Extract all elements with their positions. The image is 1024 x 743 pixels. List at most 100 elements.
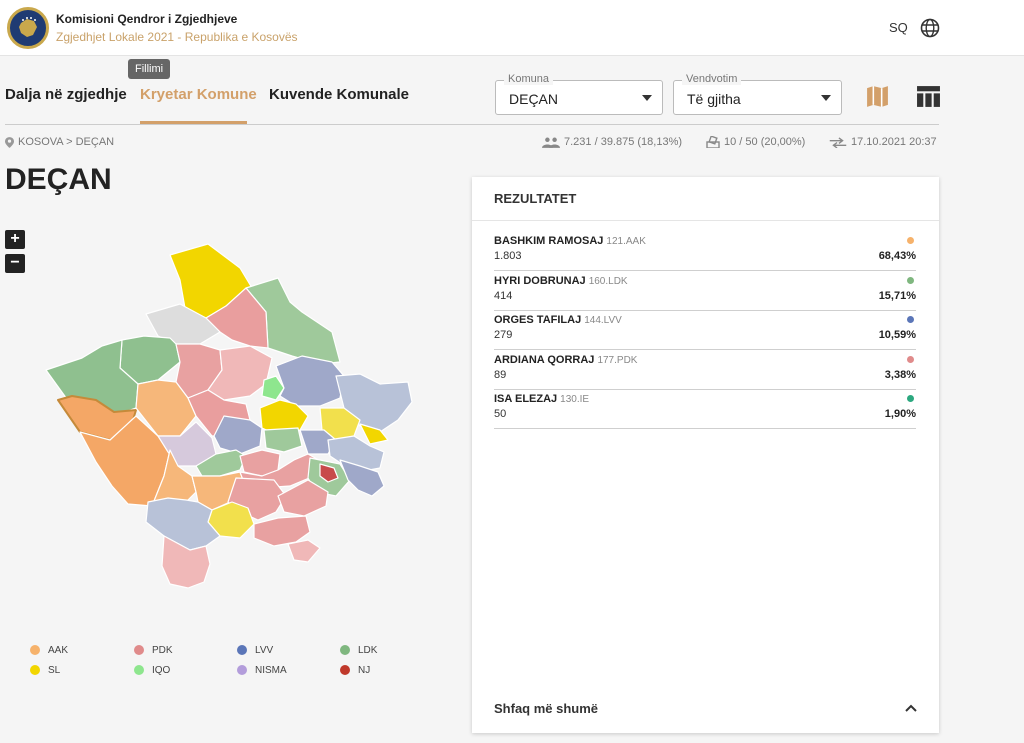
- komuna-select-value: DEÇAN: [509, 91, 559, 107]
- ballot-box-icon: [706, 135, 720, 149]
- top-bar: Komisioni Qendror i Zgjedhjeve Zgjedhjet…: [0, 0, 1024, 56]
- legend-dot: [30, 645, 40, 656]
- results-title: REZULTATET: [494, 191, 577, 206]
- legend-label: SL: [48, 665, 61, 676]
- breadcrumb-separator: >: [66, 136, 73, 148]
- people-icon: [542, 137, 560, 148]
- vendvotim-select-value: Të gjitha: [687, 91, 741, 107]
- tabs-divider: [5, 124, 939, 125]
- org-name: Komisioni Qendror i Zgjedhjeve: [56, 12, 238, 26]
- candidate-name-text: ISA ELEZAJ: [494, 393, 558, 405]
- candidate-votes: 1.803: [494, 250, 522, 262]
- legend-item-sl: SL: [30, 665, 60, 676]
- legend-item-pdk: PDK: [134, 645, 173, 656]
- candidate-percent: 1,90%: [884, 408, 916, 420]
- legend-label: LDK: [358, 645, 378, 656]
- globe-icon[interactable]: [920, 18, 940, 38]
- legend-item-nj: NJ: [340, 665, 370, 676]
- stations-stat: 10 / 50 (20,00%): [706, 135, 806, 149]
- party-color-dot: [907, 395, 914, 402]
- candidate-code: 177.PDK: [597, 354, 638, 366]
- chevron-up-icon[interactable]: [904, 703, 918, 713]
- result-row[interactable]: ORGES TAFILAJ 144.LVV 279 10,59%: [494, 314, 916, 350]
- map-region: [213, 415, 263, 455]
- candidate-name: ISA ELEZAJ 130.IE: [494, 393, 589, 405]
- komuna-select[interactable]: Komuna DEÇAN: [495, 73, 663, 115]
- party-color-dot: [907, 276, 914, 284]
- updated-value: 17.10.2021 20:37: [851, 136, 937, 148]
- candidate-name: ORGES TAFILAJ 144.LVV: [494, 314, 622, 326]
- chevron-down-icon: [642, 95, 652, 101]
- turnout-stat: 7.231 / 39.875 (18,13%): [542, 136, 682, 148]
- map-view-icon[interactable]: [865, 84, 890, 109]
- legend-item-lvv: LVV: [237, 645, 273, 656]
- party-color-dot: [907, 316, 914, 323]
- kosovo-map-emblem-icon: [19, 17, 37, 37]
- candidate-votes: 89: [494, 368, 507, 381]
- candidate-percent: 15,71%: [878, 289, 916, 302]
- breadcrumb-current: DEÇAN: [75, 136, 115, 148]
- legend-label: NISMA: [255, 665, 287, 676]
- legend-dot: [340, 645, 350, 656]
- map-region: [287, 539, 321, 563]
- result-row[interactable]: ISA ELEZAJ 130.IE 50 1,90%: [494, 393, 916, 429]
- vendvotim-select-label: Vendvotim: [682, 73, 742, 85]
- turnout-value: 7.231 / 39.875 (18,13%): [564, 136, 683, 148]
- legend-label: PDK: [152, 645, 173, 656]
- kosovo-municipality-map[interactable]: [40, 240, 415, 590]
- tab-municipal-assembly[interactable]: Kuvende Komunale: [269, 86, 409, 103]
- tab-turnout[interactable]: Dalja në zgjedhje: [5, 86, 127, 103]
- table-view-icon[interactable]: [916, 84, 941, 109]
- candidate-code: 121.AAK: [606, 236, 646, 247]
- result-row[interactable]: ARDIANA QORRAJ 177.PDK 89 3,38%: [494, 354, 916, 390]
- results-panel: REZULTATET BASHKIM RAMOSAJ 121.AAK 1.803 68…: [472, 177, 939, 733]
- breadcrumb: KOSOVA > DEÇAN: [5, 136, 114, 148]
- party-color-dot: [907, 355, 914, 363]
- legend-item-iqo: IQO: [134, 665, 170, 676]
- legend-item-ldk: LDK: [340, 645, 377, 656]
- candidate-name-text: ARDIANA QORRAJ: [494, 353, 595, 366]
- legend-item-nisma: NISMA: [237, 665, 287, 676]
- candidate-name-text: ORGES TAFILAJ: [494, 314, 582, 326]
- tab-mayor[interactable]: Kryetar Komune: [140, 86, 257, 103]
- kqz-logo[interactable]: [7, 7, 49, 49]
- legend-dot: [237, 645, 247, 656]
- candidate-code: 144.LVV: [584, 315, 622, 326]
- result-row[interactable]: BASHKIM RAMOSAJ 121.AAK 1.803 68,43%: [494, 235, 916, 271]
- legend-dot: [134, 645, 144, 656]
- updated-stat: 17.10.2021 20:37: [829, 136, 937, 149]
- candidate-percent: 68,43%: [878, 250, 916, 262]
- legend-dot: [30, 665, 40, 676]
- show-more-button[interactable]: Shfaq më shumë: [494, 701, 598, 716]
- result-row[interactable]: HYRI DOBRUNAJ 160.LDK 414 15,71%: [494, 275, 916, 311]
- komuna-select-label: Komuna: [504, 73, 553, 85]
- election-subtitle: Zgjedhjet Lokale 2021 - Republika e Koso…: [56, 30, 298, 44]
- stations-value: 10 / 50 (20,00%): [724, 136, 806, 148]
- zoom-out-button[interactable]: −: [5, 254, 25, 273]
- map-region: [275, 355, 345, 407]
- location-pin-icon: [5, 136, 14, 148]
- breadcrumb-root[interactable]: KOSOVA: [18, 136, 63, 148]
- candidate-votes: 279: [494, 329, 513, 341]
- zoom-in-button[interactable]: +: [5, 230, 25, 249]
- party-color-dot: [907, 237, 914, 244]
- candidate-code: 160.LDK: [588, 275, 628, 287]
- chevron-down-icon: [821, 95, 831, 101]
- legend-item-aak: AAK: [30, 645, 68, 656]
- legend-dot: [340, 665, 350, 676]
- page-title: DEÇAN: [5, 163, 112, 196]
- candidate-name: HYRI DOBRUNAJ 160.LDK: [494, 275, 628, 287]
- candidate-votes: 50: [494, 408, 507, 420]
- legend-dot: [134, 665, 144, 676]
- vendvotim-select[interactable]: Vendvotim Të gjitha: [673, 73, 842, 115]
- candidate-percent: 3,38%: [884, 368, 916, 381]
- legend-label: IQO: [152, 665, 171, 676]
- legend-label: LVV: [255, 645, 274, 656]
- legend-dot: [237, 665, 247, 676]
- tab-tooltip: Fillimi: [128, 59, 171, 79]
- legend-label: NJ: [358, 665, 371, 676]
- candidate-code: 130.IE: [560, 394, 590, 405]
- results-divider: [472, 220, 939, 221]
- candidate-name-text: HYRI DOBRUNAJ: [494, 274, 586, 287]
- language-selector[interactable]: SQ: [889, 20, 908, 35]
